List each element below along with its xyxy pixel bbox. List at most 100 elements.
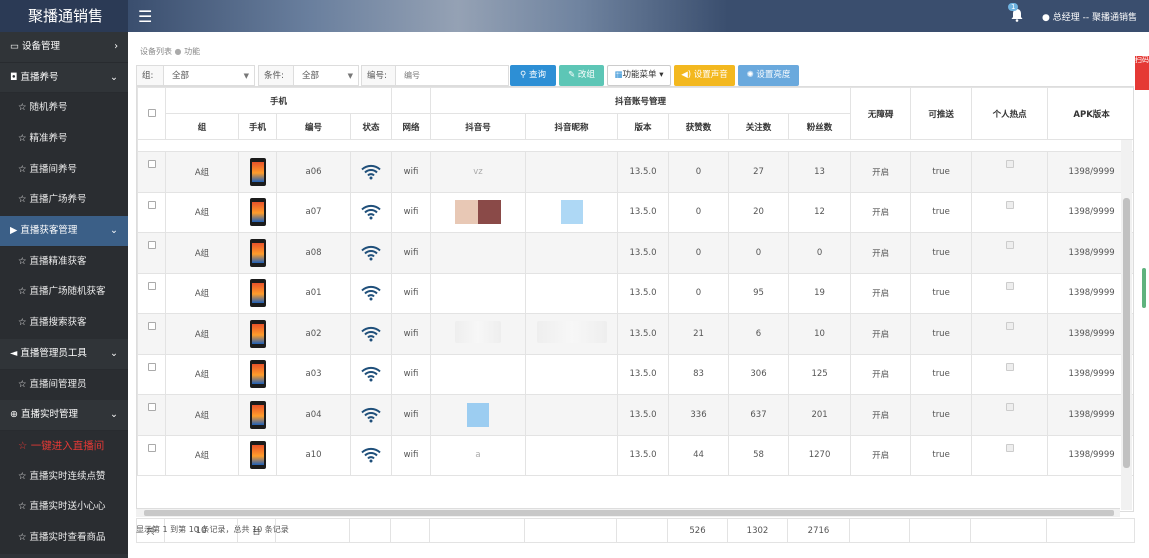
- header-dyid[interactable]: 抖音号: [430, 113, 527, 140]
- table-row[interactable]: A组 a01 wifi 13.5.0 0 95 19 开启 true 1398/9999: [137, 272, 1133, 314]
- set-sound-button[interactable]: ◀) 设置声音: [674, 65, 735, 86]
- scroll-thumb[interactable]: [144, 510, 1114, 516]
- row-select-cell[interactable]: [137, 434, 166, 476]
- header-version[interactable]: 版本: [617, 113, 670, 140]
- header-number[interactable]: 编号: [276, 113, 351, 140]
- row-checkbox[interactable]: [147, 403, 156, 412]
- sidebar-section[interactable]: ▶ 直播获客管理 ⌄: [0, 216, 128, 247]
- row-select-cell[interactable]: [137, 232, 166, 274]
- cell-number: a04: [276, 394, 351, 436]
- cell-follow: 27: [728, 151, 790, 193]
- query-button[interactable]: ⚲ 查询: [510, 65, 556, 86]
- hotspot-checkbox[interactable]: [1005, 362, 1014, 371]
- row-select-cell[interactable]: [137, 313, 166, 355]
- sidebar-section[interactable]: ◄ 直播管理员工具 ⌄: [0, 339, 128, 370]
- hotspot-checkbox[interactable]: [1005, 443, 1014, 452]
- breadcrumb-item[interactable]: 设备列表: [140, 47, 172, 56]
- header-follow[interactable]: 关注数: [728, 113, 790, 140]
- sidebar-item[interactable]: ☆ 直播间养号: [0, 154, 128, 186]
- header-group[interactable]: 组: [165, 113, 239, 140]
- sidebar-item-label: 一键进入直播间: [30, 439, 105, 452]
- table-row[interactable]: A组 a04 wifi 13.5.0 336 637 201 开启 true 1398/9999: [137, 394, 1133, 436]
- row-select-cell[interactable]: [137, 394, 166, 436]
- dot-icon: ●: [174, 47, 182, 56]
- scroll-thumb[interactable]: [1123, 198, 1130, 468]
- cell-number: a02: [276, 313, 351, 355]
- header-status[interactable]: 状态: [349, 113, 393, 140]
- hotspot-checkbox[interactable]: [1005, 200, 1014, 209]
- row-checkbox[interactable]: [147, 241, 156, 250]
- select-all-checkbox[interactable]: [147, 109, 156, 117]
- header-phone[interactable]: 手机: [238, 113, 277, 140]
- cell-dyid: [430, 191, 527, 233]
- header-fans[interactable]: 粉丝数: [788, 113, 852, 140]
- select-all-cell[interactable]: [137, 87, 166, 140]
- sidebar-item[interactable]: ☆ 一键进入直播间: [0, 430, 128, 462]
- row-select-cell[interactable]: [137, 191, 166, 233]
- sidebar-item[interactable]: ☆ 随机养号: [0, 93, 128, 124]
- header-likes[interactable]: 获赞数: [668, 113, 730, 140]
- row-select-cell[interactable]: [137, 272, 166, 314]
- header-apk[interactable]: APK版本: [1047, 87, 1133, 140]
- table-row[interactable]: A组 a03 wifi 13.5.0 83 306 125 开启 true 1398/9999: [137, 353, 1133, 395]
- row-checkbox[interactable]: [147, 443, 156, 452]
- header-push[interactable]: 可推送: [910, 87, 973, 140]
- table-row[interactable]: A组 a02 wifi 13.5.0 21 6 10 开启 true 1398/9999: [137, 313, 1133, 355]
- table-row[interactable]: A组 a06 wifi vz 13.5.0 0 27 13 开启 true 1398/9999: [137, 151, 1133, 193]
- table-row[interactable]: A组 a10 wifi a 13.5.0 44 58 1270 开启 true 1398/9999: [137, 434, 1133, 476]
- cell-nick: [525, 191, 619, 233]
- cell-phone: [238, 232, 277, 274]
- user-menu[interactable]: ● 总经理 -- 聚播通销售: [1042, 10, 1137, 23]
- cell-version: 13.5.0: [617, 313, 670, 355]
- sidebar-section[interactable]: ⊕ 直播实时管理 ⌄: [0, 400, 128, 431]
- table-row[interactable]: A组 a08 wifi 13.5.0 0 0 0 开启 true 1398/9999: [137, 232, 1133, 274]
- hotspot-checkbox[interactable]: [1005, 322, 1014, 331]
- header-hotspot[interactable]: 个人热点: [971, 87, 1049, 140]
- sidebar-item[interactable]: ☆ 直播广场随机获客: [0, 277, 128, 309]
- header-barrier[interactable]: 无障碍: [850, 87, 912, 140]
- side-handle[interactable]: [1142, 268, 1146, 308]
- cell-fans: 10: [788, 313, 852, 355]
- number-input[interactable]: [395, 65, 509, 86]
- header-network[interactable]: 网络: [391, 113, 432, 140]
- row-checkbox[interactable]: [147, 160, 156, 169]
- sidebar-item[interactable]: ☆ 直播广场养号: [0, 185, 128, 217]
- sidebar-item[interactable]: ☆ 直播实时连续点赞: [0, 461, 128, 493]
- sidebar-item[interactable]: ☆ 直播实时查看商品: [0, 523, 128, 555]
- hotspot-checkbox[interactable]: [1005, 241, 1014, 250]
- sidebar-item[interactable]: ☆ 直播搜索获客: [0, 308, 128, 340]
- sidebar-section[interactable]: ▭ 设备管理 ›: [0, 32, 128, 63]
- table-row[interactable]: A组 a07 wifi 13.5.0 0 20 12 开启 true 1398/9999: [137, 191, 1133, 233]
- hotspot-checkbox[interactable]: [1005, 281, 1014, 290]
- hamburger-icon[interactable]: ☰: [138, 7, 152, 26]
- sidebar-item-label: 随机养号: [29, 102, 68, 113]
- vertical-scrollbar[interactable]: [1121, 140, 1132, 510]
- cell-nick: [525, 272, 619, 314]
- row-checkbox[interactable]: [147, 362, 156, 371]
- hotspot-checkbox[interactable]: [1005, 160, 1014, 169]
- side-tag[interactable]: 扫码: [1135, 56, 1149, 90]
- row-checkbox[interactable]: [147, 281, 156, 290]
- sidebar-item[interactable]: ☆ 直播间管理员: [0, 369, 128, 401]
- condition-select[interactable]: 全部 ▼: [293, 65, 359, 86]
- row-checkbox[interactable]: [147, 200, 156, 209]
- cell-push: true: [910, 191, 973, 233]
- sidebar-item[interactable]: ☆ 精准养号: [0, 123, 128, 155]
- hotspot-checkbox[interactable]: [1005, 403, 1014, 412]
- breadcrumb-item[interactable]: 功能: [184, 47, 200, 56]
- cell-push: true: [910, 313, 973, 355]
- sidebar-section[interactable]: ◘ 直播养号 ⌄: [0, 62, 128, 93]
- group-select[interactable]: 全部 ▼: [163, 65, 255, 86]
- header-nick[interactable]: 抖音昵称: [525, 113, 619, 140]
- cell-follow: 306: [728, 353, 790, 395]
- horizontal-scrollbar[interactable]: [136, 508, 1120, 517]
- sidebar-item[interactable]: ☆ 直播实时送小心心: [0, 492, 128, 524]
- change-group-button[interactable]: ✎ 改组: [559, 65, 604, 86]
- bell-icon[interactable]: 1: [1008, 3, 1024, 22]
- sidebar-item[interactable]: ☆ 直播精准获客: [0, 246, 128, 278]
- set-brightness-button[interactable]: ✺ 设置亮度: [738, 65, 799, 86]
- row-select-cell[interactable]: [137, 151, 166, 193]
- row-checkbox[interactable]: [147, 322, 156, 331]
- function-menu-button[interactable]: ▦功能菜单 ▾: [607, 65, 671, 86]
- row-select-cell[interactable]: [137, 353, 166, 395]
